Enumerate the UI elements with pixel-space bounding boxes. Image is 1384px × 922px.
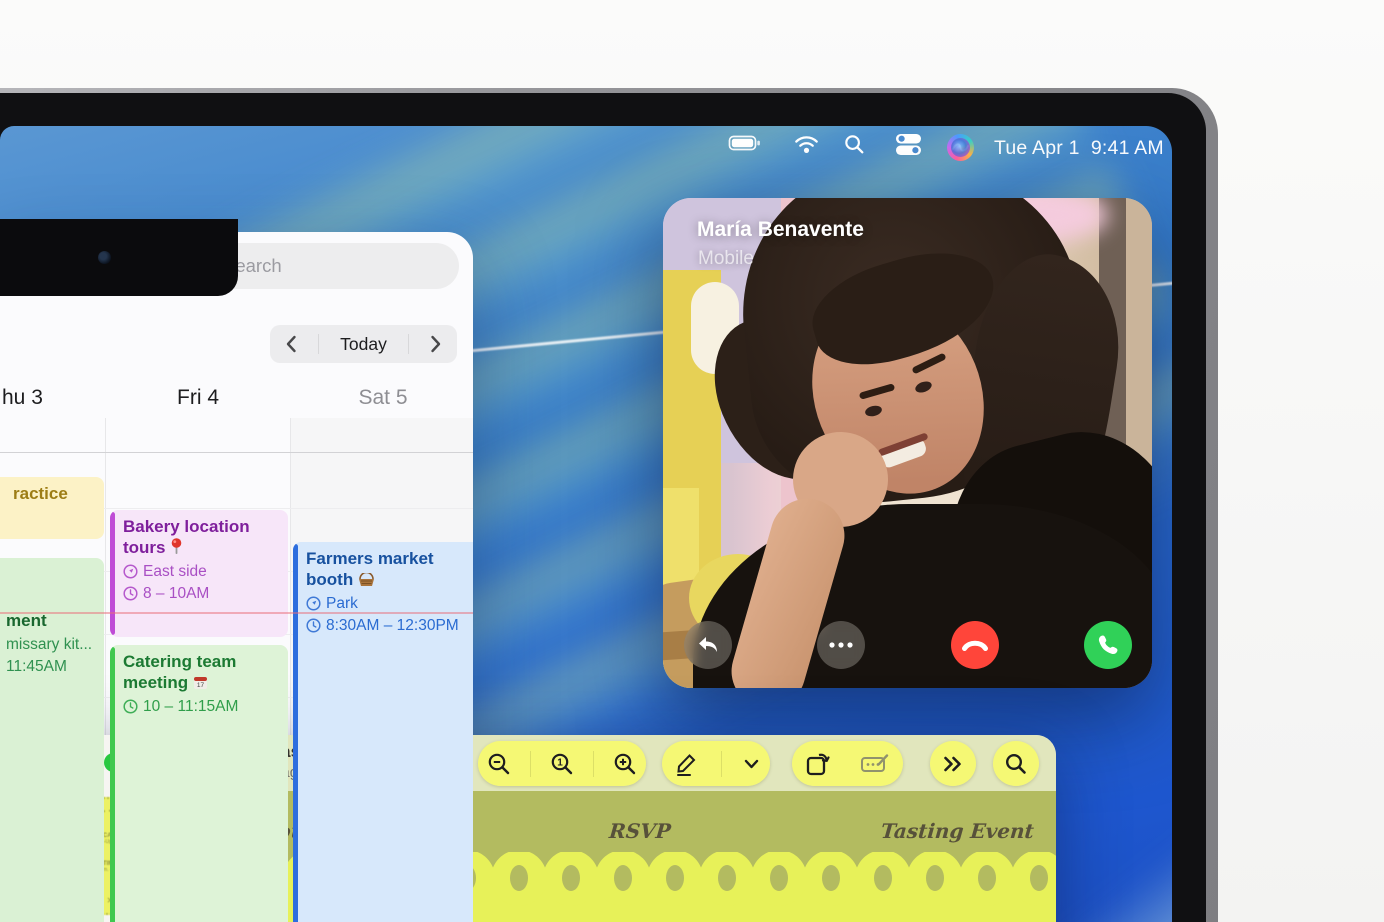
wifi-icon[interactable] (794, 135, 819, 159)
rotate-autofill-controls (792, 741, 903, 786)
battery-icon[interactable] (728, 134, 762, 157)
doc-text-center: RSVP (589, 819, 691, 843)
svg-text:17: 17 (197, 682, 205, 689)
event-title: Catering team meeting (123, 652, 236, 692)
display-notch (0, 219, 238, 296)
accept-phone-icon (1097, 634, 1119, 656)
ellipsis-icon (829, 642, 853, 648)
event-farmers-market-booth[interactable]: Farmers market booth Park (293, 542, 473, 922)
location-icon (123, 564, 138, 579)
event-location: Park (326, 595, 358, 612)
doc-text-right: Tasting Event (880, 819, 1035, 843)
desktop-photo: Tue Apr 1 9:41 AM Search Today (0, 0, 1384, 922)
reply-arrow-icon (696, 635, 720, 655)
search-icon (1005, 753, 1027, 775)
calendar-date-nav: Today (270, 325, 457, 363)
event-time: 8:30AM – 12:30PM (326, 617, 459, 634)
double-chevron-icon (943, 756, 963, 772)
decline-call-button[interactable] (951, 621, 999, 669)
basket-emoji (358, 573, 375, 587)
day-header-thu[interactable]: hu 3 (2, 386, 43, 410)
event-time: 8 – 10AM (143, 585, 209, 602)
today-button[interactable]: Today (340, 334, 387, 355)
zoom-in-button[interactable] (613, 752, 637, 776)
control-center-icon[interactable] (895, 133, 922, 161)
event-bakery-location-tours[interactable]: Bakery location tours East side (110, 510, 288, 637)
location-icon (306, 596, 321, 611)
day-header-sat[interactable]: Sat 5 (335, 386, 431, 410)
allday-divider (0, 452, 473, 453)
menu-bar-clock[interactable]: Tue Apr 1 9:41 AM (994, 137, 1164, 160)
prev-day-button[interactable] (285, 335, 297, 353)
more-options-button[interactable] (817, 621, 865, 669)
zoom-out-button[interactable] (487, 752, 511, 776)
calendar-emoji: 17 (193, 675, 208, 690)
autofill-form-button[interactable] (860, 752, 890, 776)
event-title: ractice (13, 484, 68, 503)
day-header-row: hu 3 Fri 4 Sat 5 (0, 386, 473, 416)
calendar-window: Search Today hu 3 Fri 4 Sat 5 (0, 232, 473, 922)
document-search-button[interactable] (993, 741, 1039, 786)
facetime-camera (98, 251, 111, 264)
current-time-line (0, 612, 473, 614)
caller-label: Mobile (698, 248, 754, 270)
clock-icon (123, 699, 138, 714)
zoom-controls: 1 (478, 741, 646, 786)
event-time-fragment: 11:45AM (6, 658, 92, 676)
decline-phone-icon (962, 639, 988, 651)
nav-divider (408, 334, 409, 354)
actual-size-button[interactable]: 1 (550, 752, 574, 776)
caller-name: María Benavente (697, 218, 864, 242)
markup-options-chevron[interactable] (744, 759, 759, 769)
calendar-grid: ractice ment missary kit... 11:45AM Bake… (0, 418, 473, 922)
facetime-call-window: María Benavente Mobile (663, 198, 1152, 688)
markup-controls (662, 741, 770, 786)
svg-text:1: 1 (557, 757, 563, 768)
accept-call-button[interactable] (1084, 621, 1132, 669)
nav-divider (318, 334, 319, 354)
pin-emoji (170, 538, 183, 555)
event-practice[interactable]: ractice (0, 477, 104, 539)
day-header-fri[interactable]: Fri 4 (150, 386, 246, 410)
event-time: 10 – 11:15AM (143, 698, 238, 715)
siri-icon[interactable] (947, 134, 974, 161)
reply-message-button[interactable] (684, 621, 732, 669)
next-day-button[interactable] (430, 335, 442, 353)
more-tools-button[interactable] (930, 741, 976, 786)
rotate-button[interactable] (805, 751, 833, 777)
mac-screen: Tue Apr 1 9:41 AM Search Today (0, 126, 1172, 922)
event-catering-team-meeting[interactable]: Catering team meeting 17 10 – 11:15AM (110, 645, 288, 922)
event-location: East side (143, 563, 207, 580)
spotlight-search-icon[interactable] (844, 134, 865, 160)
markup-pencil-button[interactable] (673, 751, 699, 777)
clock-icon (306, 618, 321, 633)
event-location-fragment: missary kit... (6, 636, 92, 654)
event-title: Bakery location tours (123, 517, 250, 557)
clock-icon (123, 586, 138, 601)
